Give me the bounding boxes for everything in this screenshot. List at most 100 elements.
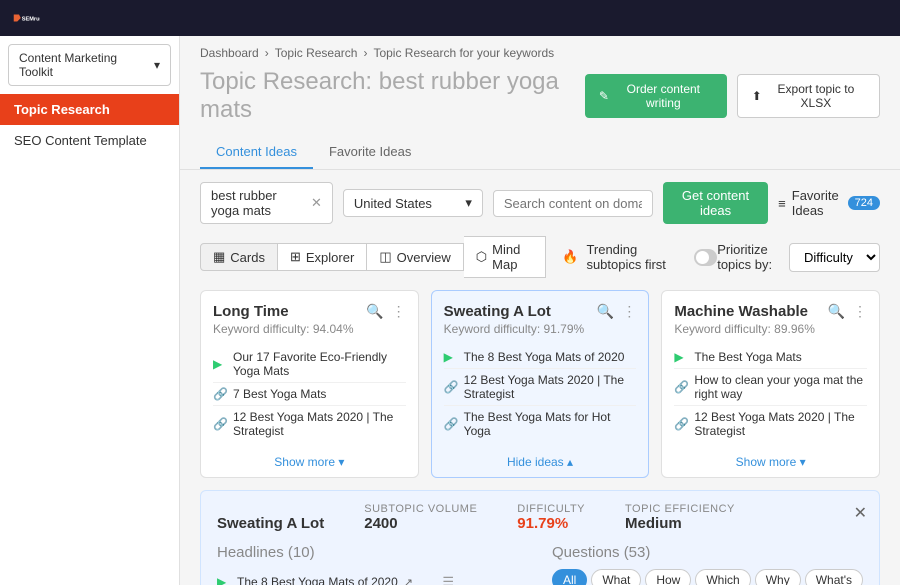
- meta-difficulty: Difficulty 91.79%: [517, 503, 585, 532]
- qtab-which[interactable]: Which: [695, 569, 750, 585]
- view-btn-cards[interactable]: ▦ Cards: [200, 243, 278, 271]
- search-tag[interactable]: best rubber yoga mats ✕: [200, 182, 333, 224]
- list-item: 🔗 12 Best Yoga Mats 2020 | The Strategis…: [213, 406, 406, 442]
- overview-icon: ◫: [379, 249, 391, 265]
- breadcrumb-dashboard[interactable]: Dashboard: [200, 46, 259, 60]
- show-more-button[interactable]: Show more ▾: [274, 455, 344, 469]
- headlines-section-title: Headlines (10): [217, 544, 454, 561]
- card-sweating-subtitle: Keyword difficulty: 91.79%: [444, 322, 585, 336]
- breadcrumb-topic-research[interactable]: Topic Research: [275, 46, 358, 60]
- qtab-how-label: How: [656, 573, 680, 585]
- order-content-button[interactable]: ✎ Order content writing: [585, 74, 727, 118]
- search-toolbar: best rubber yoga mats ✕ United States ▾ …: [180, 182, 900, 236]
- green-arrow-icon: ▶: [674, 350, 688, 364]
- headlines-label: Headlines: [217, 544, 284, 561]
- blue-link-icon: 🔗: [213, 387, 227, 401]
- card-machine-items: ▶ The Best Yoga Mats 🔗 How to clean your…: [662, 342, 879, 446]
- close-panel-button[interactable]: ✕: [854, 503, 867, 523]
- search-icon[interactable]: 🔍: [597, 303, 614, 320]
- sidebar-item-label: Topic Research: [14, 102, 110, 117]
- list-item: ▶ The 8 Best Yoga Mats of 2020: [444, 346, 637, 369]
- more-icon[interactable]: ⋮: [853, 303, 867, 320]
- logo: SEMrush: [12, 8, 40, 28]
- sidebar-item-seo-template[interactable]: SEO Content Template: [0, 125, 179, 156]
- view-btn-explorer[interactable]: ⊞ Explorer: [278, 243, 367, 271]
- favorite-ideas-count: ≡ Favorite Ideas 724: [778, 188, 880, 218]
- arrow-indicator: [474, 544, 532, 585]
- green-arrow-icon: ▶: [213, 357, 227, 371]
- list-item: 🔗 12 Best Yoga Mats 2020 | The Strategis…: [674, 406, 867, 442]
- hide-ideas-label: Hide ideas: [507, 455, 564, 469]
- sidebar: Content Marketing Toolkit ▾ Topic Resear…: [0, 36, 180, 585]
- get-content-ideas-label: Get content ideas: [682, 188, 749, 218]
- domain-search-input[interactable]: [493, 190, 653, 217]
- hide-ideas-button[interactable]: Hide ideas ▴: [507, 455, 573, 469]
- main-tabs: Content Ideas Favorite Ideas: [180, 136, 900, 170]
- meta-efficiency: Topic Efficiency Medium: [625, 503, 735, 532]
- blue-link-icon: 🔗: [213, 417, 227, 431]
- tab-content-ideas-label: Content Ideas: [216, 144, 297, 159]
- chevron-down-icon: ▾: [154, 58, 160, 72]
- export-label: Export topic to XLSX: [767, 82, 865, 110]
- efficiency-label: Topic Efficiency: [625, 503, 735, 515]
- card-sweating-a-lot: Sweating A Lot Keyword difficulty: 91.79…: [431, 290, 650, 478]
- qtab-all[interactable]: All: [552, 569, 587, 585]
- trending-label: Trending subtopics first: [586, 242, 685, 272]
- view-overview-label: Overview: [397, 250, 451, 265]
- trending-toggle[interactable]: [694, 249, 718, 266]
- questions-count: (53): [624, 544, 651, 561]
- green-arrow-icon: ▶: [444, 350, 458, 364]
- qtab-what[interactable]: What: [591, 569, 641, 585]
- qtab-how[interactable]: How: [645, 569, 691, 585]
- more-icon[interactable]: ⋮: [622, 303, 636, 320]
- card-long-time-footer: Show more ▾: [201, 446, 418, 477]
- subtopic-volume-value: 2400: [364, 515, 477, 532]
- card-machine-subtitle: Keyword difficulty: 89.96%: [674, 322, 815, 336]
- show-more-button[interactable]: Show more ▾: [736, 455, 806, 469]
- expanded-content: Headlines (10) ▶ The 8 Best Yoga Mats of…: [217, 544, 863, 585]
- qtab-all-label: All: [563, 573, 576, 585]
- page-header: Topic Research: best rubber yoga mats ✎ …: [180, 64, 900, 136]
- search-value: best rubber yoga mats: [211, 188, 305, 218]
- clear-search-icon[interactable]: ✕: [311, 195, 322, 211]
- card-machine-title: Machine Washable: [674, 303, 815, 320]
- qtab-which-label: Which: [706, 573, 739, 585]
- list-item: 🔗 The Best Yoga Mats for Hot Yoga: [444, 406, 637, 442]
- country-value: United States: [354, 196, 432, 211]
- card-long-time-header: Long Time Keyword difficulty: 94.04% 🔍 ⋮: [201, 291, 418, 342]
- difficulty-select[interactable]: Difficulty: [789, 243, 880, 272]
- app-layout: Content Marketing Toolkit ▾ Topic Resear…: [0, 36, 900, 585]
- tab-content-ideas[interactable]: Content Ideas: [200, 136, 313, 169]
- toolkit-dropdown-label: Content Marketing Toolkit: [19, 51, 154, 79]
- difficulty-value: 91.79%: [517, 515, 585, 532]
- card-machine-washable: Machine Washable Keyword difficulty: 89.…: [661, 290, 880, 478]
- blue-link-icon: 🔗: [674, 380, 688, 394]
- card-sweating-actions: 🔍 ⋮: [597, 303, 636, 320]
- qtab-why[interactable]: Why: [755, 569, 801, 585]
- country-select[interactable]: United States ▾: [343, 189, 483, 217]
- sidebar-item-topic-research[interactable]: Topic Research: [0, 94, 179, 125]
- question-filter-tabs: All What How Which Why: [552, 569, 863, 585]
- item-text: 12 Best Yoga Mats 2020 | The Strategist: [464, 373, 637, 401]
- more-icon[interactable]: ⋮: [392, 303, 406, 320]
- tab-favorite-ideas[interactable]: Favorite Ideas: [313, 136, 427, 169]
- green-arrow-icon: ▶: [217, 575, 231, 585]
- questions-label: Questions: [552, 544, 620, 561]
- tab-favorite-ideas-label: Favorite Ideas: [329, 144, 411, 159]
- card-sweating-title: Sweating A Lot: [444, 303, 585, 320]
- expanded-meta: Sweating A Lot Subtopic Volume 2400 Diff…: [217, 503, 863, 532]
- toolkit-dropdown[interactable]: Content Marketing Toolkit ▾: [8, 44, 171, 86]
- card-sweating-footer: Hide ideas ▴: [432, 446, 649, 477]
- view-btn-overview[interactable]: ◫ Overview: [367, 243, 463, 271]
- export-button[interactable]: ⬆ Export topic to XLSX: [737, 74, 880, 118]
- search-icon[interactable]: 🔍: [366, 303, 383, 320]
- list-item: ▶ The Best Yoga Mats: [674, 346, 867, 369]
- view-cards-label: Cards: [230, 250, 265, 265]
- qtab-whats[interactable]: What's: [805, 569, 863, 585]
- get-content-ideas-button[interactable]: Get content ideas: [663, 182, 768, 224]
- search-icon[interactable]: 🔍: [828, 303, 845, 320]
- view-btn-mindmap[interactable]: ⬡ Mind Map: [464, 236, 546, 278]
- header-actions: ✎ Order content writing ⬆ Export topic t…: [585, 74, 880, 118]
- external-link-icon[interactable]: ↗: [404, 576, 413, 585]
- show-more-label: Show more: [274, 455, 335, 469]
